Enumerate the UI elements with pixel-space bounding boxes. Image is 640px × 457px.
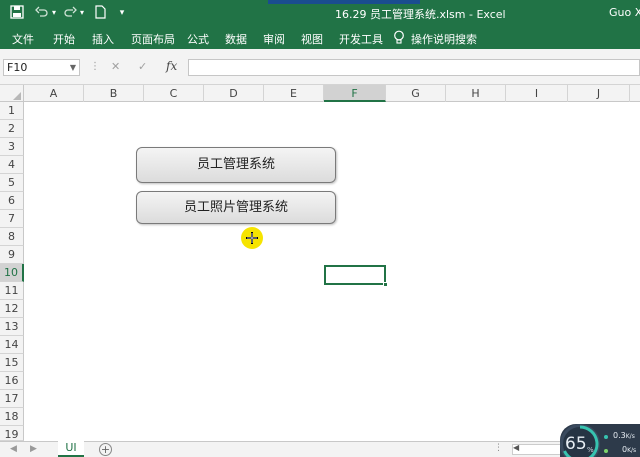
tab-file[interactable]: 文件 [12,31,34,47]
column-header-a[interactable]: A [24,85,84,102]
formula-bar: F10 ▼ ⋮ ✕ ✓ fx [0,49,640,85]
row-header[interactable]: 4 [0,156,24,174]
column-header-i[interactable]: I [506,85,568,102]
save-icon[interactable] [9,5,25,21]
customize-icon[interactable]: ▾ [114,5,130,21]
row-header[interactable]: 7 [0,210,24,228]
tab-review[interactable]: 审阅 [263,31,285,47]
tell-me-search[interactable]: 操作说明搜索 [411,31,477,47]
select-all-corner[interactable] [0,85,24,102]
row-header[interactable]: 13 [0,318,24,336]
row-header[interactable]: 2 [0,120,24,138]
row-header[interactable]: 14 [0,336,24,354]
row-header[interactable]: 3 [0,138,24,156]
row-header[interactable]: 15 [0,354,24,372]
row-header[interactable]: 17 [0,390,24,408]
title-bar: ▾ ▾ ▾ 16.29 员工管理系统.xlsm - Excel Guo Xi [0,0,640,27]
column-header-h[interactable]: H [446,85,506,102]
tab-split-handle[interactable]: ⋮ [494,443,503,453]
scroll-left-icon[interactable]: ◀ [513,443,519,452]
new-file-icon[interactable] [92,5,108,21]
excel-window: ▾ ▾ ▾ 16.29 员工管理系统.xlsm - Excel Guo Xi 文… [0,0,640,457]
column-header-c[interactable]: C [144,85,204,102]
tab-data[interactable]: 数据 [225,31,247,47]
row-header[interactable]: 18 [0,408,24,426]
tab-view[interactable]: 视图 [301,31,323,47]
lightbulb-icon[interactable] [393,30,407,46]
column-header-g[interactable]: G [386,85,446,102]
column-header-j[interactable]: J [568,85,630,102]
tab-formulas[interactable]: 公式 [187,31,209,47]
gauge-percent: 65 [565,434,587,454]
column-header-e[interactable]: E [264,85,324,102]
column-header-d[interactable]: D [204,85,264,102]
column-header-b[interactable]: B [84,85,144,102]
tab-insert[interactable]: 插入 [92,31,114,47]
chevron-down-icon[interactable]: ▼ [70,60,76,75]
undo-dropdown-icon[interactable]: ▾ [50,5,58,21]
upload-dot-icon [604,435,608,439]
move-cursor-icon [246,232,258,244]
sheet-prev-icon[interactable]: ◀ [10,444,17,454]
tab-developer[interactable]: 开发工具 [339,31,383,47]
window-title: 16.29 员工管理系统.xlsm - Excel [335,8,506,21]
row-header[interactable]: 5 [0,174,24,192]
cancel-icon[interactable]: ✕ [111,60,120,73]
sheet-tab-ui[interactable]: UI [58,441,84,457]
formula-bar-grip-icon: ⋮ [90,61,100,72]
tab-page-layout[interactable]: 页面布局 [131,31,175,47]
row-header[interactable]: 8 [0,228,24,246]
download-speed: 0K/s [622,445,637,454]
redo-dropdown-icon[interactable]: ▾ [78,5,86,21]
sheet-next-icon[interactable]: ▶ [30,444,37,454]
column-header-f[interactable]: F [324,85,386,102]
insert-function-button[interactable]: fx [166,59,177,73]
employee-photo-management-button[interactable]: 员工照片管理系统 [136,191,336,224]
undo-icon[interactable] [34,5,50,21]
tab-home[interactable]: 开始 [53,31,75,47]
row-header[interactable]: 6 [0,192,24,210]
active-cell[interactable] [324,265,386,285]
ribbon-tabs: 文件 开始 插入 页面布局 公式 数据 审阅 视图 开发工具 操作说明搜索 [0,27,640,49]
column-headers: A B C D E F G H I J [0,85,640,102]
redo-icon[interactable] [62,5,78,21]
name-box[interactable]: F10 ▼ [3,59,80,76]
fill-handle[interactable] [383,282,388,287]
upload-speed: 0.3K/s [613,431,635,440]
row-header[interactable]: 19 [0,426,24,441]
row-header[interactable]: 11 [0,282,24,300]
download-dot-icon [604,449,608,453]
enter-icon[interactable]: ✓ [138,60,147,73]
employee-management-button[interactable]: 员工管理系统 [136,147,336,183]
formula-input[interactable] [188,59,640,76]
row-header[interactable]: 9 [0,246,24,264]
gauge-percent-sign: % [587,446,594,454]
sheet-tab-bar: ◀ ▶ UI + ⋮ ◀ [0,441,640,457]
row-header-selected[interactable]: 10 [0,264,24,282]
row-header[interactable]: 12 [0,300,24,318]
row-header[interactable]: 1 [0,102,24,120]
user-name[interactable]: Guo Xi [609,6,640,19]
title-highlight [268,0,420,4]
add-sheet-button[interactable]: + [99,443,112,456]
row-header[interactable]: 16 [0,372,24,390]
name-box-value: F10 [7,61,28,74]
